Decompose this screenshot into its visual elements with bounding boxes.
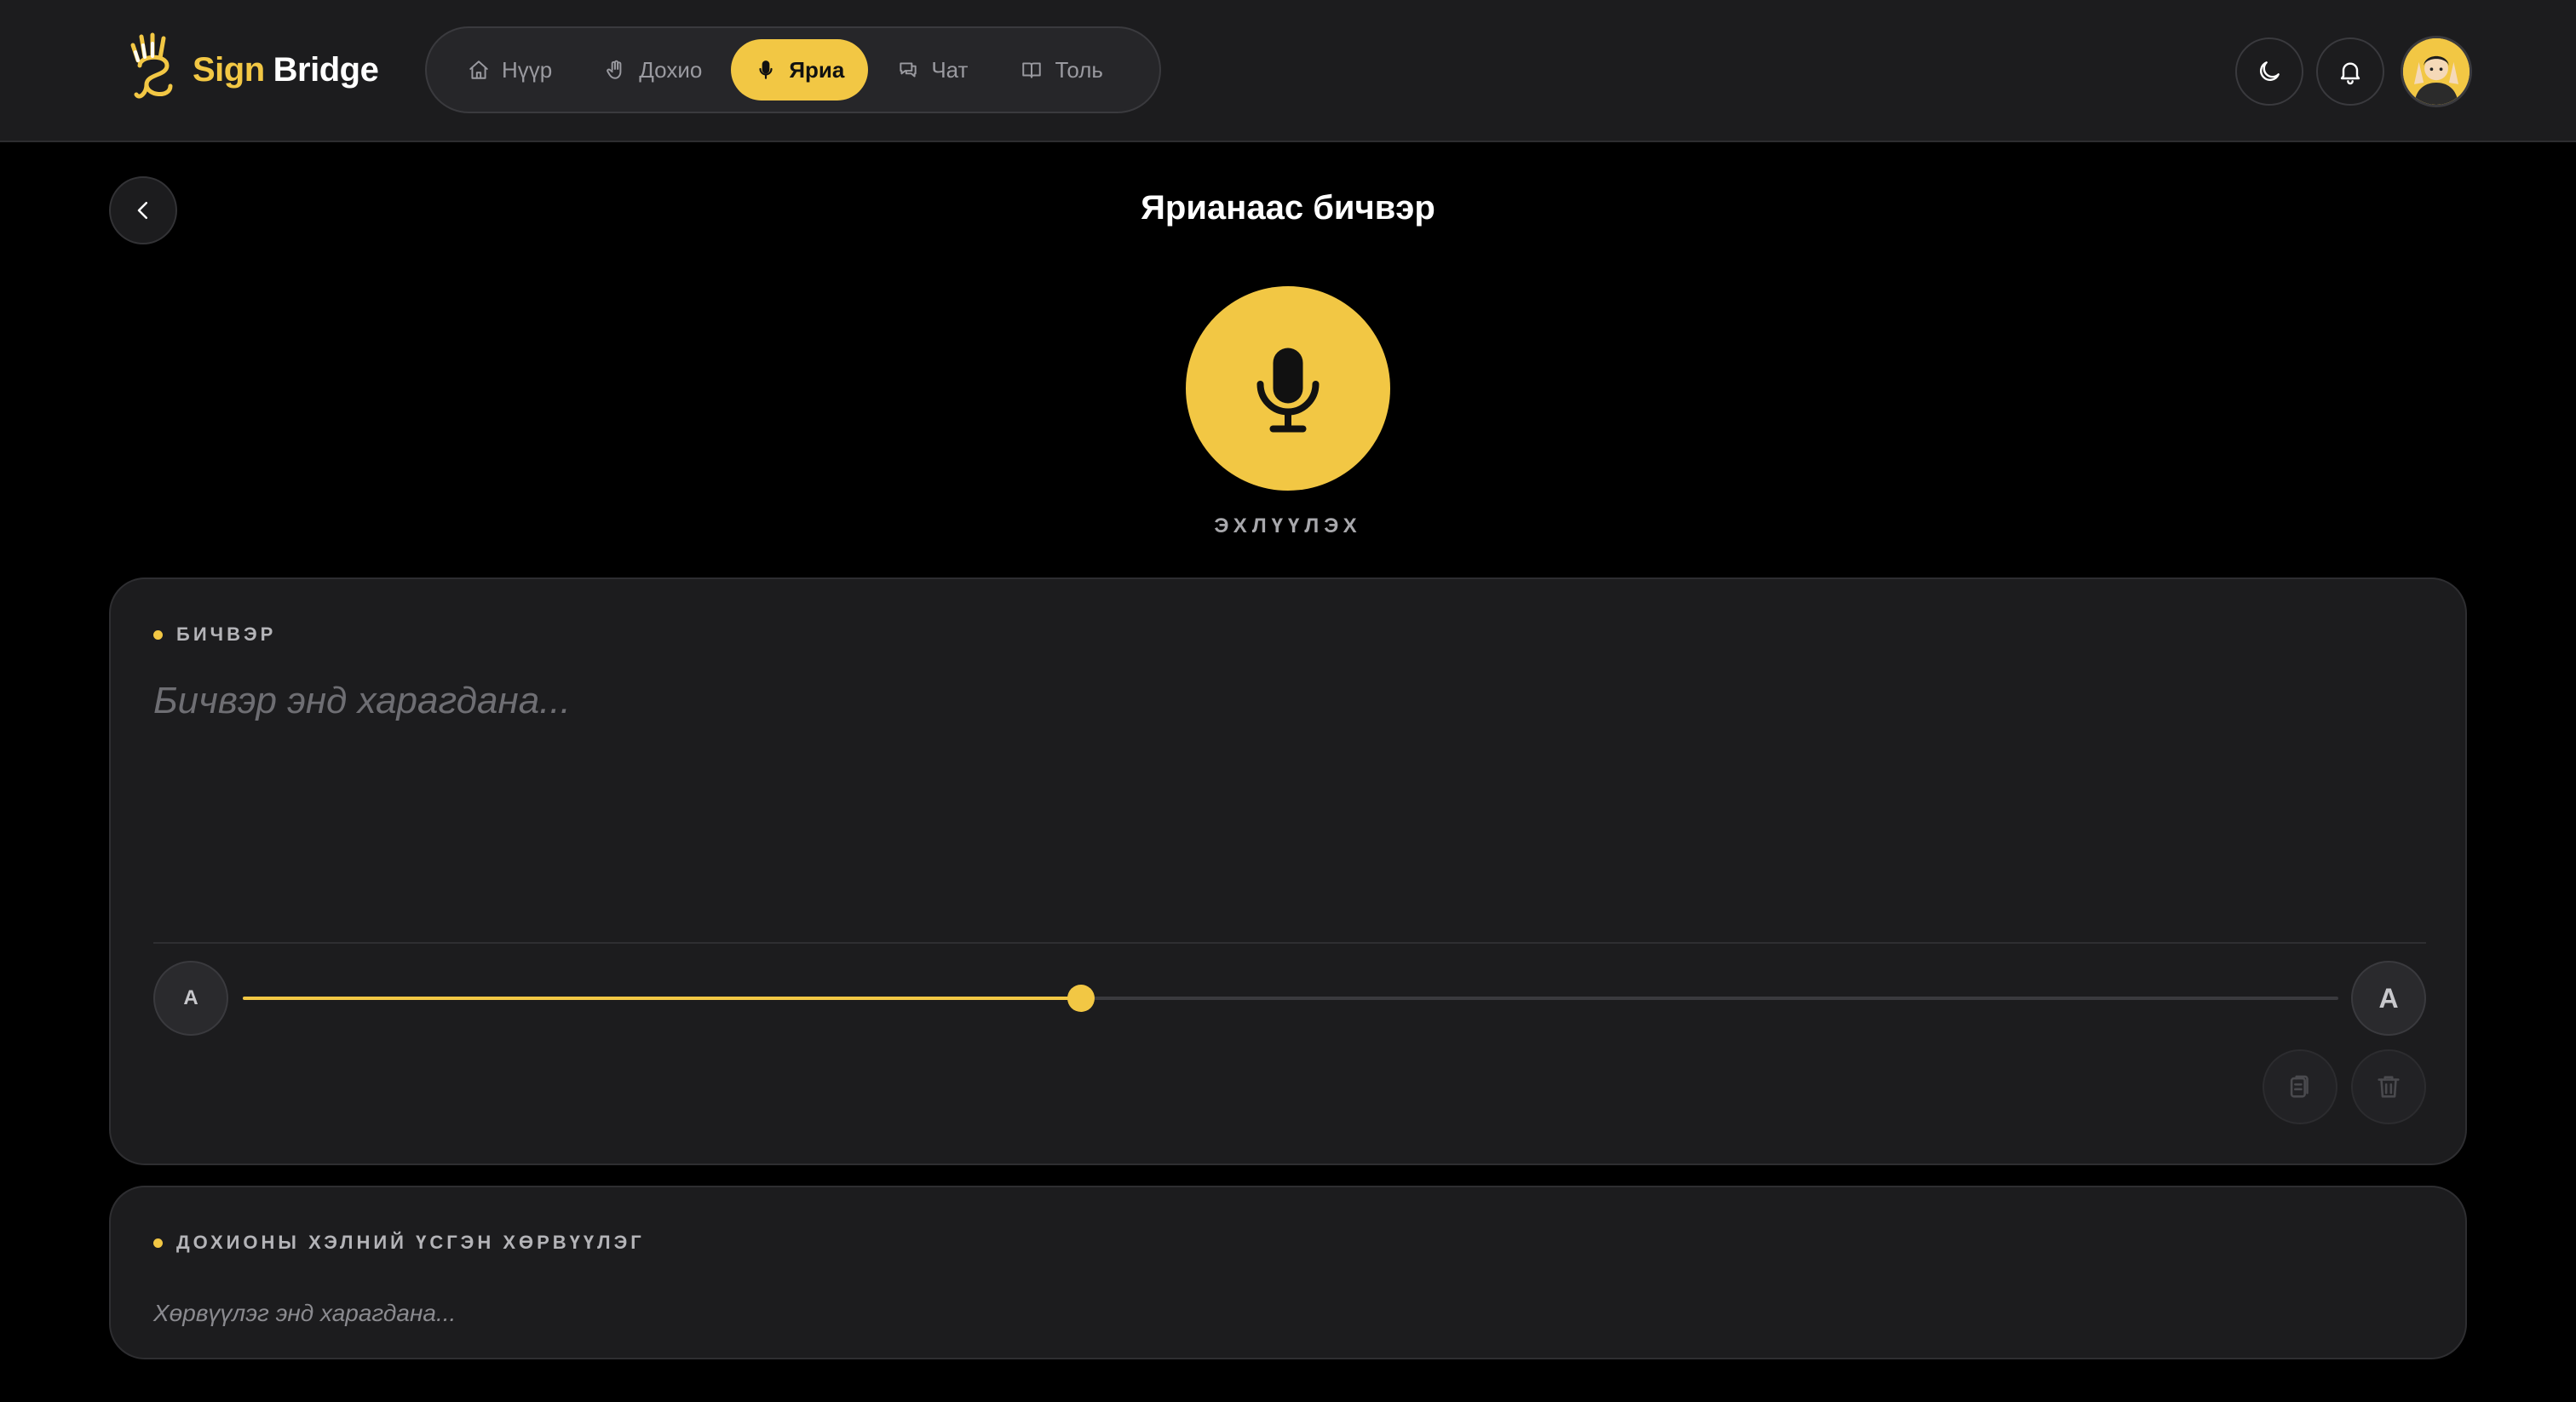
- transcript-card: БИЧВЭР Бичвэр энд харагдана... A A: [109, 577, 2467, 1165]
- brand[interactable]: Sign Bridge: [128, 29, 379, 111]
- font-size-slider[interactable]: [243, 985, 2338, 1012]
- record-button[interactable]: [1186, 286, 1390, 491]
- avatar-image-icon: [2403, 38, 2470, 105]
- page-title: Ярианаас бичвэр: [1141, 189, 1435, 227]
- slider-fill: [243, 997, 1081, 1000]
- nav-item-dictionary[interactable]: Толь: [997, 39, 1126, 101]
- trash-icon: [2378, 1076, 2400, 1098]
- bullet-dot: [153, 1238, 163, 1248]
- delete-button[interactable]: [2351, 1049, 2426, 1124]
- notifications-button[interactable]: [2316, 37, 2384, 106]
- moon-icon: [2260, 61, 2280, 81]
- font-smaller-button[interactable]: A: [153, 961, 228, 1036]
- brand-name-part1: Sign: [193, 50, 265, 89]
- divider: [153, 942, 2426, 944]
- transcript-heading-label: БИЧВЭР: [176, 623, 277, 645]
- brand-name-part2: Bridge: [273, 50, 379, 89]
- nav-item-chat[interactable]: Чат: [873, 39, 992, 101]
- transcript-heading: БИЧВЭР: [153, 623, 276, 646]
- bullet-dot: [153, 629, 163, 640]
- sign-bridge-logo-icon: [130, 32, 173, 99]
- nav-item-signs[interactable]: Дохио: [581, 39, 726, 101]
- user-avatar[interactable]: [2401, 36, 2472, 107]
- brand-name: Sign Bridge: [193, 50, 379, 89]
- microphone-icon: [1256, 348, 1320, 433]
- nav-item-label: Дохио: [639, 56, 703, 83]
- font-larger-label: A: [2378, 982, 2399, 1014]
- chat-icon: [900, 62, 917, 78]
- copy-button[interactable]: [2263, 1049, 2337, 1124]
- translation-heading-label: ДОХИОНЫ ХЭЛНИЙ ҮСГЭН ХӨРВҮҮЛЭГ: [176, 1232, 645, 1253]
- translation-text[interactable]: Хөрвүүлэг энд харагдана...: [153, 1300, 456, 1327]
- home-icon: [469, 60, 488, 79]
- transcript-text[interactable]: Бичвэр энд харагдана...: [153, 680, 571, 722]
- book-icon: [1022, 62, 1042, 78]
- nav-item-label: Нүүр: [502, 56, 553, 83]
- clipboard-icon: [2290, 1075, 2309, 1098]
- nav-item-label: Толь: [1055, 56, 1103, 83]
- translation-card: ДОХИОНЫ ХЭЛНИЙ ҮСГЭН ХӨРВҮҮЛЭГ Хөрвүүлэг…: [109, 1186, 2467, 1359]
- translation-heading: ДОХИОНЫ ХЭЛНИЙ ҮСГЭН ХӨРВҮҮЛЭГ: [153, 1232, 645, 1254]
- nav-item-label: Чат: [931, 56, 969, 83]
- top-navigation-bar: Sign Bridge Нүүр Дохио Яриа Чат Толь: [0, 0, 2576, 142]
- main-nav: Нүүр Дохио Яриа Чат Толь: [425, 26, 1161, 113]
- slider-thumb[interactable]: [1067, 985, 1095, 1012]
- microphone-icon: [759, 60, 773, 79]
- nav-item-speech[interactable]: Яриа: [731, 39, 869, 101]
- theme-toggle-button[interactable]: [2235, 37, 2303, 106]
- record-button-label: ЭХЛҮҮЛЭХ: [1214, 514, 1362, 537]
- nav-item-label: Яриа: [789, 56, 845, 83]
- font-smaller-label: A: [183, 986, 198, 1009]
- nav-item-home[interactable]: Нүүр: [444, 39, 576, 101]
- font-larger-button[interactable]: A: [2351, 961, 2426, 1036]
- hand-icon: [607, 60, 622, 79]
- bell-icon: [2340, 62, 2360, 85]
